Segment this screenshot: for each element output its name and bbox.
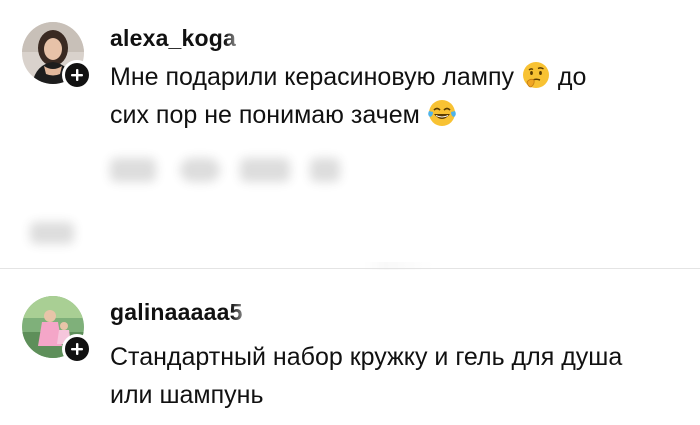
comment-text-part: Стандартный набор кружку и гель для душа [110,343,623,371]
comment-text-part: до [557,63,587,91]
follow-button[interactable] [62,60,92,90]
plus-icon [71,343,83,355]
username-fade [230,299,265,329]
username[interactable]: alexa_koga [110,25,259,55]
comments-page: alexa_koga Мне подарили керасиновую ламп… [0,0,700,425]
comment-text-part: или шампунь [110,381,264,409]
reactions-bar [110,150,390,190]
follow-button[interactable] [62,334,92,364]
face-with-tears-of-joy-icon [427,98,457,128]
username[interactable]: galinaaaaa5 [110,299,265,329]
username-text[interactable]: galinaaaaa5 [110,299,243,325]
comment-text-part: сих пор не понимаю зачем [110,101,420,129]
comment-item: alexa_koga Мне подарили керасиновую ламп… [0,0,700,268]
username-text[interactable]: alexa_koga [110,25,236,51]
comment-text: Стандартный набор кружку и гель для душа… [110,338,670,414]
divider [0,268,700,269]
thinking-face-icon [521,60,551,90]
likes-count [30,218,80,248]
comment-text: Мне подарили керасиновую лампу до сих по… [110,58,670,134]
avatar-container[interactable] [22,296,92,364]
avatar-container[interactable] [22,22,92,90]
comment-text-part: Мне подарили керасиновую лампу [110,63,514,91]
plus-icon [71,69,83,81]
username-fade [224,25,259,55]
